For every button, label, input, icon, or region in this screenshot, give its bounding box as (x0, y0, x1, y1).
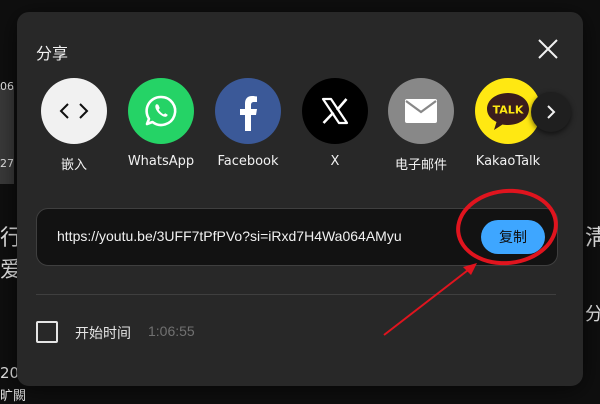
share-email-button[interactable]: 电子邮件 (381, 78, 461, 173)
share-target-label: KakaoTalk (475, 154, 541, 169)
start-time-label: 开始时间 (75, 326, 131, 342)
start-time-checkbox[interactable] (36, 321, 58, 343)
background-text: 06 (0, 80, 14, 93)
background-text: 淸 (585, 226, 600, 251)
share-embed-button[interactable]: 嵌入 (34, 78, 114, 173)
background-text: 旷闕 (0, 389, 27, 404)
share-target-label: Facebook (217, 154, 279, 169)
share-x-button[interactable]: X (295, 78, 375, 169)
annotation-arrow (383, 263, 477, 336)
dialog-title: 分享 (36, 44, 69, 63)
share-whatsapp-button[interactable]: WhatsApp (121, 78, 201, 169)
share-target-label: WhatsApp (127, 154, 195, 169)
share-targets: 嵌入 WhatsApp Facebook X 电子邮件 TALK KakaoTa… (17, 78, 583, 188)
share-facebook-button[interactable]: Facebook (208, 78, 288, 169)
background-text: 分 (585, 304, 600, 325)
share-url-text[interactable]: https://youtu.be/3UFF7tPfPVo?si=iRxd7H4W… (57, 228, 402, 244)
close-icon (538, 39, 558, 59)
share-target-label: 嵌入 (60, 158, 87, 173)
x-logo-icon (302, 78, 368, 144)
background-text: 27 (0, 157, 14, 170)
share-target-label: X (330, 154, 340, 169)
start-time-value: 1:06:55 (148, 323, 195, 339)
close-button[interactable] (532, 33, 564, 65)
facebook-icon (215, 78, 281, 144)
kakaotalk-badge-text: TALK (493, 104, 524, 117)
chevron-right-icon (547, 105, 556, 119)
email-icon (388, 78, 454, 144)
share-target-label: 电子邮件 (394, 158, 447, 173)
next-targets-button[interactable] (531, 92, 571, 132)
embed-code-icon (41, 78, 107, 144)
whatsapp-icon (128, 78, 194, 144)
